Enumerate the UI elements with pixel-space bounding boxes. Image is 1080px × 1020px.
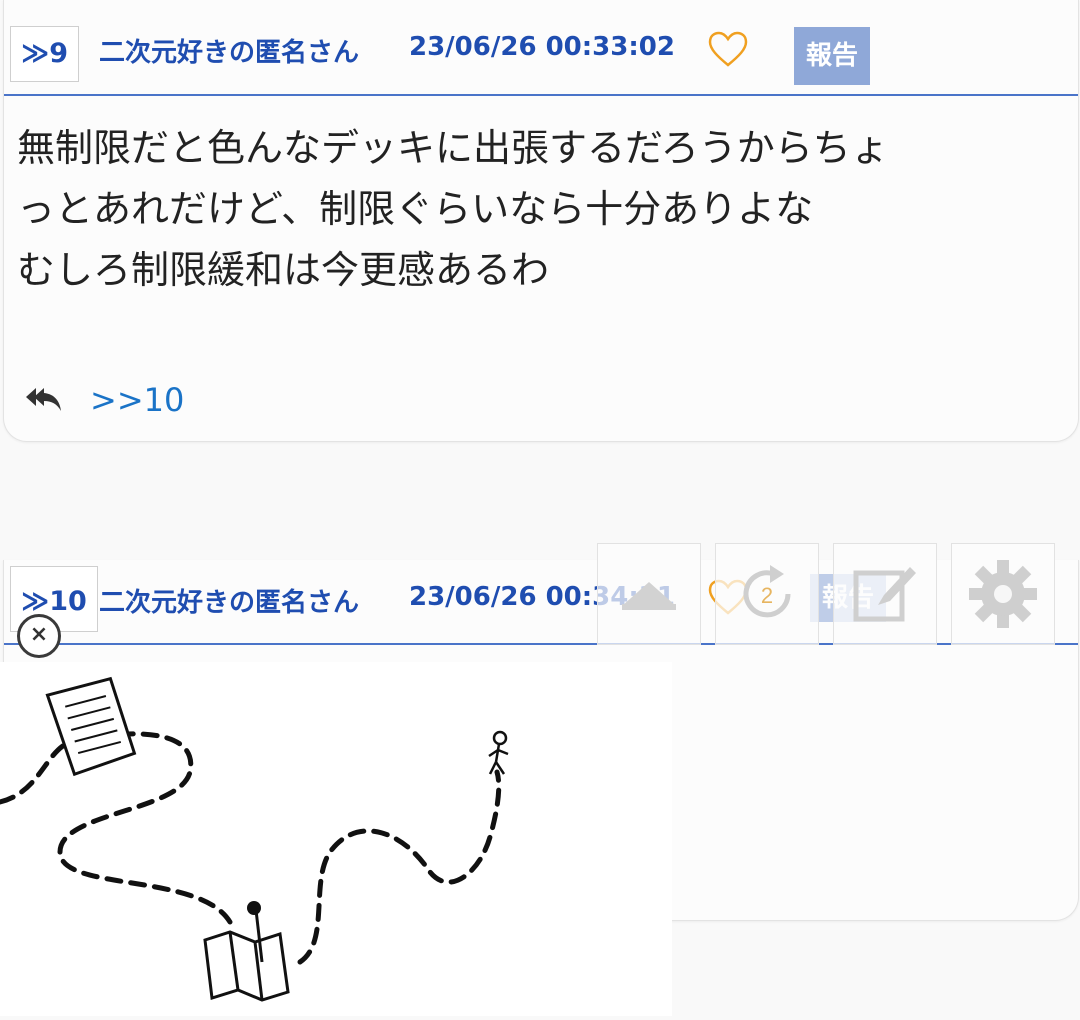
reload-count: 2 [761,583,773,608]
post-author: 二次元好きの匿名さん [99,38,360,68]
reply-all-icon [26,388,61,411]
ad-close-button[interactable]: × [17,614,61,658]
report-button[interactable]: 報告 [794,27,870,85]
post-body: 無制限だと色んなデッキに出張するだろうからちょ っとあれだけど、制限ぐらいなら十… [17,118,1067,301]
post-header: ≫9 二次元好きの匿名さん 23/06/26 00:33:02 報告 [4,0,1078,96]
post-card: ≫9 二次元好きの匿名さん 23/06/26 00:33:02 報告 無制限だと… [3,0,1079,442]
ad-banner[interactable] [0,662,672,1016]
settings-icon [969,560,1037,628]
compose-icon [853,567,916,622]
reload-icon: 2 [743,565,791,618]
post-number-link[interactable]: ≫9 [10,26,80,82]
post-body-line: 無制限だと色んなデッキに出張するだろうからちょ [17,126,889,170]
post-author: 二次元好きの匿名さん [99,588,360,618]
scroll-top-button[interactable] [597,543,701,645]
post-datetime: 23/06/26 00:33:02 [409,32,675,62]
settings-button[interactable] [951,543,1055,645]
post-body-line: っとあれだけど、制限ぐらいなら十分ありよな [17,187,814,231]
like-heart-icon[interactable] [707,30,749,68]
treasure-map-illustration [0,676,509,1002]
scroll-top-icon [622,582,676,610]
reload-button[interactable]: 2 [715,543,819,645]
post-body-line: むしろ制限緩和は今更感あるわ [17,248,550,292]
reply-link[interactable]: >>10 [90,378,184,422]
compose-button[interactable] [833,543,937,645]
